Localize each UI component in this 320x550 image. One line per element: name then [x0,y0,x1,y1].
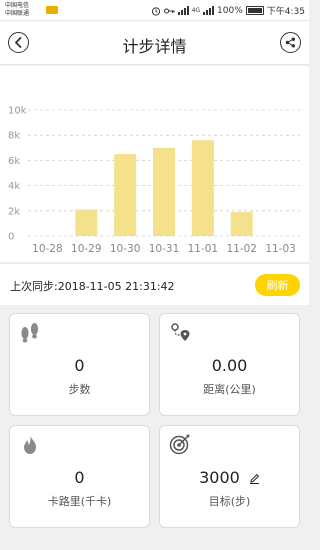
x-tick-label: 10-29 [71,243,102,255]
goal-value: 3000 [199,468,240,487]
distance-value: 0.00 [211,356,248,375]
battery-icon [245,6,264,15]
goal-card[interactable]: 3000 目标(步) [159,425,300,528]
x-tick-label: 11-02 [226,243,257,255]
x-tick-label: 10-31 [149,243,180,255]
goal-value-row: 3000 [160,468,299,487]
steps-card[interactable]: 0 步数 [9,313,150,416]
footprints-icon [21,323,39,343]
sync-row: 上次同步:2018-11-05 21:31:42 刷新 [0,263,309,305]
sim-card-icon [46,6,58,14]
distance-label: 距离(公里) [203,383,256,396]
last-sync-text: 上次同步:2018-11-05 21:31:42 [10,280,175,293]
distance-card[interactable]: 0.00 距离(公里) [159,313,300,416]
bar-10-31 [153,147,175,236]
share-icon [285,37,295,48]
clock-time: 下午4:35 [266,7,305,17]
x-tick-label: 10-28 [32,243,63,255]
location-route-icon [171,323,190,341]
refresh-button[interactable]: 刷新 [255,274,300,296]
bar-chart-svg: 0 2k 4k 6k 8k 10k 10-28 10-29 10-30 10-31 11-01 11-… [8,106,300,255]
y-tick-label: 2k [8,206,20,217]
status-icons: 4G 100% 下午4:35 [151,4,305,17]
y-tick-label: 4k [8,181,20,192]
key-icon [163,8,175,13]
app-header: 计步详情 [0,21,309,65]
goal-label: 目标(步) [208,495,251,508]
alarm-icon [151,6,160,16]
calories-label: 卡路里(千卡) [47,495,112,508]
carrier-line-2: 中国联通 [5,10,30,17]
bar-11-01 [191,140,214,236]
flame-icon [24,435,36,454]
steps-value: 0 [74,356,85,375]
share-button[interactable] [280,32,301,53]
x-tick-label: 11-01 [188,243,219,255]
calories-value: 0 [74,468,85,487]
carrier-info: 中国电信 中国联通 [5,2,29,18]
x-tick-label: 11-03 [265,243,296,255]
target-icon [169,434,190,455]
bar-11-02 [230,212,253,236]
y-tick-label: 0 [8,232,14,243]
page-title: 计步详情 [122,37,187,56]
carrier-line-1: 中国电信 [5,2,30,9]
bar-10-29 [75,209,98,236]
battery-percent: 100% [217,5,243,16]
y-tick-label: 10k [8,106,27,117]
network-type: 4G [191,7,201,14]
edit-icon[interactable] [249,473,260,484]
step-chart: 0 2k 4k 6k 8k 10k 10-28 10-29 10-30 10-31 11-01 11-… [0,66,309,262]
calories-card[interactable]: 0 卡路里(千卡) [9,425,150,528]
signal-icon [177,6,189,15]
x-tick-label: 10-30 [110,243,141,255]
steps-label: 步数 [68,383,91,396]
y-tick-label: 8k [8,131,20,142]
bar-10-30 [114,154,137,236]
status-bar: 中国电信 中国联通 4G 100% 下午4:35 [0,0,309,21]
y-tick-label: 6k [8,156,20,167]
signal-icon-2 [203,6,215,15]
